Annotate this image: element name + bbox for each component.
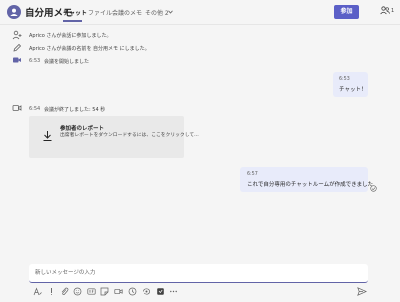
gif-icon[interactable]: [87, 287, 96, 296]
video-icon: [13, 57, 21, 63]
send-icon[interactable]: [357, 287, 367, 296]
praise-icon[interactable]: [156, 287, 165, 296]
format-icon[interactable]: [33, 287, 42, 296]
message-text: これで自分専用のチャットルームが作成できました: [247, 182, 374, 188]
people-icon[interactable]: [380, 6, 390, 15]
message-time: 6:57: [247, 172, 258, 177]
system-message-meeting-ended: 会議が終了しました: 54 秒: [44, 107, 106, 113]
message-input[interactable]: [35, 267, 355, 279]
avatar-icon[interactable]: [7, 5, 21, 19]
attach-icon[interactable]: [60, 287, 69, 296]
report-description: 出席者レポートをダウンロードするには、ここをクリックして...: [60, 133, 199, 138]
emoji-icon[interactable]: [73, 287, 82, 296]
download-icon: [43, 131, 52, 141]
active-tab-indicator: [63, 20, 82, 22]
message-compose-box[interactable]: [29, 264, 368, 283]
meeting-start-time: 6:53: [29, 58, 41, 64]
more-icon[interactable]: [169, 287, 178, 296]
priority-icon[interactable]: [47, 287, 56, 296]
tab-files[interactable]: ファイル: [88, 8, 112, 17]
send-later-icon[interactable]: [128, 287, 137, 296]
header-divider: [0, 24, 400, 25]
system-message-meeting-started: 会議を開始しました: [44, 59, 90, 65]
meet-now-icon[interactable]: [114, 287, 123, 296]
tab-chat[interactable]: チャット: [63, 8, 87, 17]
tab-meeting-notes[interactable]: 会議のメモ: [112, 8, 142, 17]
chevron-down-icon[interactable]: [168, 10, 173, 14]
system-message-renamed: Aprico さんが会議の名前を 自分用メモ にしました。: [29, 46, 150, 52]
sent-check-icon: [370, 185, 377, 192]
loop-icon[interactable]: [142, 287, 151, 296]
meeting-end-time: 6:54: [29, 106, 41, 112]
pencil-icon: [13, 43, 22, 52]
tab-more[interactable]: その他 2: [145, 8, 169, 17]
participant-count: 1: [391, 8, 395, 14]
sticker-icon[interactable]: [100, 287, 109, 296]
system-message-joined: Aprico さんが会話に参加しました。: [29, 33, 112, 39]
message-text: チャット！: [339, 87, 367, 93]
message-time: 6:53: [339, 77, 350, 82]
join-button[interactable]: 参加: [334, 5, 359, 19]
video-icon: [12, 105, 22, 111]
person-add-icon: [12, 30, 22, 40]
